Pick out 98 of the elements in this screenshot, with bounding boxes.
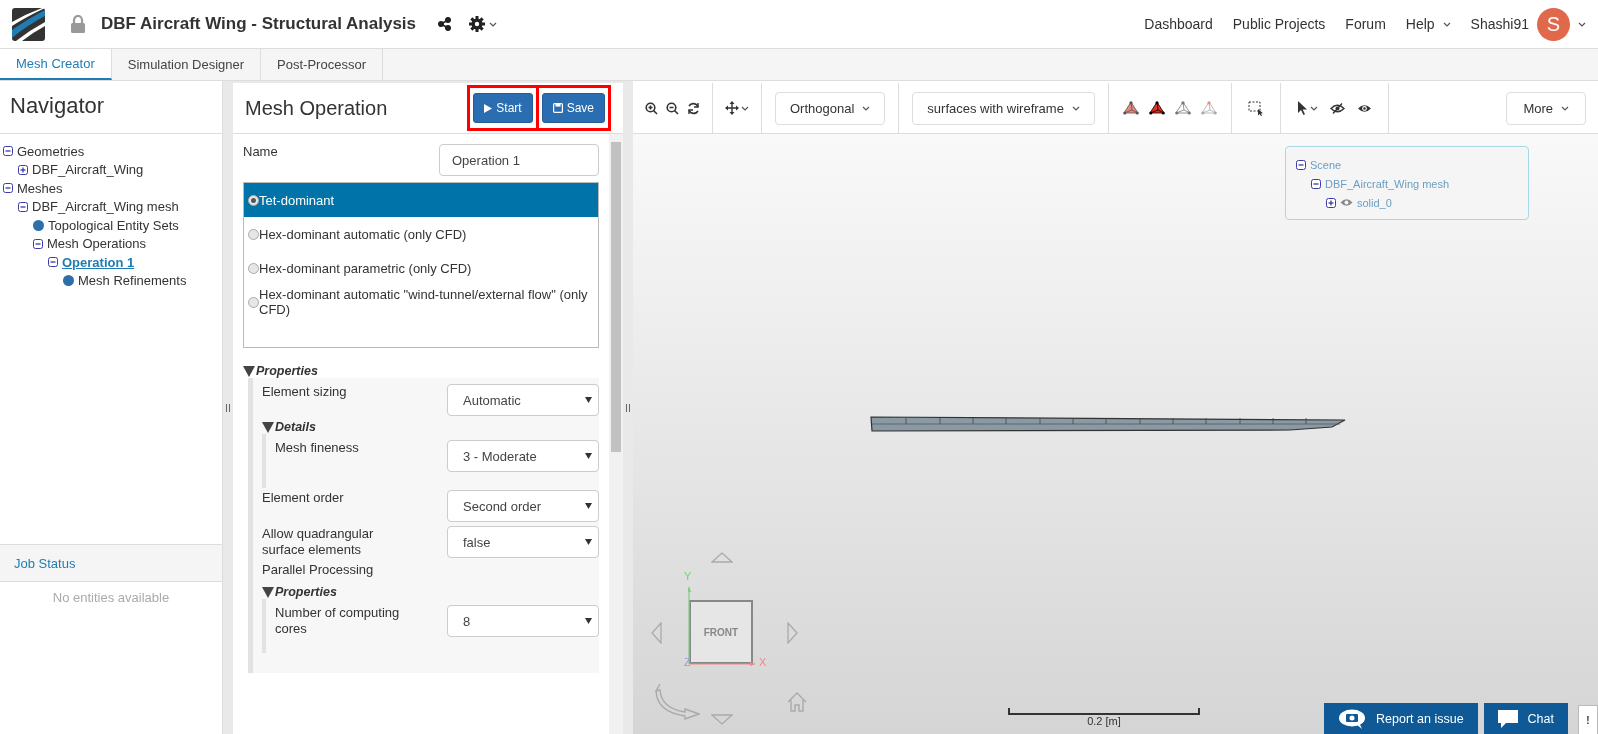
- tree-item[interactable]: DBF_Aircraft_Wing: [32, 162, 144, 178]
- axis-label: X: [759, 656, 767, 668]
- wireframe-tetrahedron-icon[interactable]: [1174, 100, 1191, 116]
- expand-icon[interactable]: [1326, 197, 1336, 208]
- field-label: Name: [243, 144, 278, 159]
- property-label: Number of computing cores: [275, 605, 401, 637]
- pointer-button[interactable]: [1296, 101, 1318, 115]
- bullet-icon: [63, 275, 74, 287]
- collapse-icon[interactable]: [1311, 178, 1321, 189]
- wing-drawing[interactable]: [870, 415, 1346, 433]
- property-label: Element order: [262, 490, 345, 506]
- report-issue-button[interactable]: Report an issue: [1324, 703, 1478, 734]
- play-icon: [484, 103, 493, 113]
- resize-handle-icon[interactable]: [626, 404, 630, 412]
- project-title: DBF Aircraft Wing - Structural Analysis: [101, 14, 417, 34]
- panel-title: Mesh Operation: [245, 96, 389, 120]
- nav-link[interactable]: Help: [1405, 16, 1451, 32]
- dropdown-arrow-icon: [585, 397, 592, 403]
- collapse-icon[interactable]: [48, 257, 58, 268]
- save-button[interactable]: Save: [541, 93, 605, 123]
- collapse-icon[interactable]: [33, 238, 43, 249]
- render-mode-dropdown[interactable]: surfaces with wireframe: [912, 91, 1095, 125]
- zoom-in-icon[interactable]: [645, 101, 658, 115]
- collapse-triangle-icon[interactable]: [262, 421, 274, 433]
- tree-item[interactable]: DBF_Aircraft_Wing mesh: [32, 199, 179, 215]
- caret-icon: [489, 21, 498, 27]
- property-select[interactable]: 3 - Moderate: [447, 440, 599, 472]
- caret-icon: [1578, 21, 1586, 27]
- chat-button[interactable]: Chat: [1483, 703, 1568, 734]
- caret-icon: [1071, 105, 1080, 111]
- tree-item[interactable]: Operation 1: [62, 254, 135, 270]
- nav-link[interactable]: Forum: [1345, 16, 1386, 32]
- collapse-icon[interactable]: [3, 183, 13, 194]
- nav-link[interactable]: Public Projects: [1232, 16, 1326, 32]
- box-select-icon[interactable]: [1247, 100, 1264, 116]
- resize-handle-icon[interactable]: [226, 404, 230, 412]
- collapse-icon[interactable]: [18, 201, 28, 212]
- expand-icon[interactable]: [18, 164, 28, 175]
- collapse-triangle-icon[interactable]: [262, 586, 274, 598]
- dropdown-arrow-icon: [585, 618, 592, 624]
- hide-icon[interactable]: [1329, 102, 1345, 114]
- tree-item[interactable]: Mesh Refinements: [78, 273, 187, 289]
- scrollbar[interactable]: [609, 134, 623, 734]
- tab[interactable]: Simulation Designer: [111, 49, 262, 80]
- job-status-header[interactable]: Job Status: [0, 545, 222, 582]
- caret-icon: [862, 105, 871, 111]
- solid-tetrahedron-icon[interactable]: [1148, 100, 1165, 116]
- refresh-icon[interactable]: [687, 101, 700, 115]
- scale-label: 0.2 [m]: [1087, 715, 1121, 727]
- tab[interactable]: Post-Processor: [261, 49, 383, 80]
- dropdown-arrow-icon: [585, 539, 592, 545]
- settings-icon[interactable]: [469, 16, 486, 32]
- eye-icon[interactable]: [1356, 102, 1372, 114]
- algorithm-option[interactable]: Tet-dominant: [244, 183, 598, 217]
- property-select[interactable]: 8: [447, 605, 599, 637]
- property-select[interactable]: false: [447, 526, 599, 558]
- section-title[interactable]: Properties: [256, 364, 318, 378]
- axis-label: Y: [684, 570, 692, 582]
- axis-label: Z: [684, 656, 691, 668]
- solid-tetrahedron-icon[interactable]: [1122, 100, 1139, 116]
- more-button[interactable]: More: [1506, 91, 1586, 125]
- side-tab[interactable]: !: [1578, 705, 1598, 734]
- collapse-icon[interactable]: [1296, 159, 1306, 170]
- chat-icon: [1497, 710, 1518, 728]
- empty-message: No entities available: [51, 589, 171, 605]
- dropdown-arrow-icon: [585, 453, 592, 459]
- name-field[interactable]: Operation 1: [439, 144, 599, 176]
- caret-icon: [1309, 105, 1318, 111]
- section-label: Parallel Processing: [262, 562, 375, 577]
- zoom-out-icon[interactable]: [666, 101, 679, 115]
- property-label: Element sizing: [262, 384, 348, 400]
- bullet-icon: [33, 219, 44, 231]
- camera-icon: [1338, 709, 1367, 729]
- tree-item[interactable]: Geometries: [17, 143, 85, 159]
- caret-icon: [741, 105, 749, 111]
- start-button[interactable]: Start: [473, 93, 533, 123]
- property-label: Allow quadrangular surface elements: [262, 526, 375, 558]
- section-title[interactable]: Details: [275, 420, 316, 434]
- property-select[interactable]: Second order: [447, 490, 599, 522]
- tab[interactable]: Mesh Creator: [0, 49, 112, 80]
- tree-item[interactable]: Topological Entity Sets: [48, 217, 179, 233]
- projection-dropdown[interactable]: Orthogonal: [775, 91, 886, 125]
- dropdown-arrow-icon: [585, 503, 592, 509]
- pan-button[interactable]: [725, 101, 749, 115]
- section-title[interactable]: Properties: [275, 585, 337, 599]
- nav-link[interactable]: Dashboard: [1144, 16, 1213, 32]
- collapse-icon[interactable]: [3, 146, 13, 157]
- collapse-triangle-icon[interactable]: [243, 365, 255, 377]
- lock-icon: [71, 15, 85, 33]
- tree-item[interactable]: Meshes: [17, 180, 63, 196]
- user-name[interactable]: Shashi91: [1470, 16, 1529, 32]
- caret-icon: [1561, 105, 1569, 111]
- property-select[interactable]: Automatic: [447, 384, 599, 416]
- share-icon[interactable]: [438, 17, 452, 31]
- panel-title: Navigator: [0, 81, 222, 134]
- property-label: Mesh fineness: [275, 440, 360, 456]
- logo-icon[interactable]: [12, 7, 45, 41]
- tree-item[interactable]: Mesh Operations: [47, 236, 146, 252]
